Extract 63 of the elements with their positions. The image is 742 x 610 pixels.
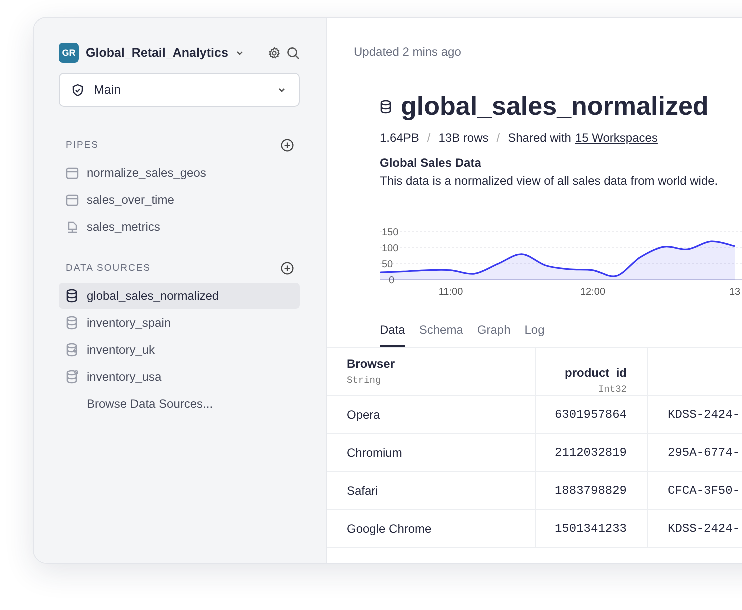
sidebar-item[interactable]: global_sales_normalized bbox=[59, 283, 300, 309]
database-icon bbox=[380, 100, 393, 114]
sidebar-item[interactable]: normalize_sales_geos bbox=[59, 160, 300, 186]
table-cell: KDSS-2424- bbox=[648, 396, 742, 434]
window-icon bbox=[66, 194, 79, 206]
tab[interactable]: Schema bbox=[419, 322, 464, 347]
x-tick-label: 12:00 bbox=[580, 287, 606, 298]
sidebar-item[interactable]: inventory_uk bbox=[59, 337, 300, 363]
table-cell: 295A-6774- bbox=[648, 434, 742, 472]
y-tick-label: 100 bbox=[382, 244, 399, 254]
tab[interactable]: Log bbox=[524, 322, 545, 347]
sidebar-item[interactable]: inventory_usa bbox=[59, 364, 300, 390]
shield-icon bbox=[72, 84, 84, 96]
sidebar-item[interactable]: sales_metrics bbox=[59, 214, 300, 240]
database-link-icon bbox=[66, 370, 79, 384]
section-title: PIPES bbox=[66, 140, 99, 151]
workspace-avatar[interactable]: GR bbox=[59, 43, 79, 63]
column-type: Int32 bbox=[598, 384, 627, 395]
table-cell: Opera bbox=[327, 396, 536, 434]
y-tick-label: 0 bbox=[389, 276, 395, 286]
x-tick-label: 11:00 bbox=[438, 287, 464, 298]
sidebar-item[interactable]: inventory_spain bbox=[59, 310, 300, 336]
table-cell: 2112032819 bbox=[536, 434, 648, 472]
workspaces-link[interactable]: 15 Workspaces bbox=[575, 131, 658, 145]
table-cell: Google Chrome bbox=[327, 510, 536, 548]
table-cell: 6301957864 bbox=[536, 396, 648, 434]
column-type: String bbox=[347, 375, 382, 386]
column-name: product_id bbox=[565, 366, 627, 380]
description-title: Global Sales Data bbox=[380, 156, 482, 170]
database-icon bbox=[66, 316, 79, 330]
table-cell: Safari bbox=[327, 472, 536, 510]
table-cell: 1501341233 bbox=[536, 510, 648, 548]
description-text: This data is a normalized view of all sales data from world wide. bbox=[380, 174, 720, 188]
section-title: DATA SOURCES bbox=[66, 263, 152, 274]
sidebar-item[interactable]: sales_over_time bbox=[59, 187, 300, 213]
column-name: Browser bbox=[347, 357, 396, 371]
endpoint-icon bbox=[66, 220, 79, 234]
table-cell: CFCA-3F50- bbox=[648, 472, 742, 510]
search-icon[interactable] bbox=[287, 46, 300, 60]
add-icon[interactable] bbox=[281, 139, 294, 152]
tab[interactable]: Data bbox=[380, 322, 406, 347]
add-icon[interactable] bbox=[281, 262, 294, 275]
table-cell: Chromium bbox=[327, 434, 536, 472]
shared-label: Shared with bbox=[508, 131, 572, 145]
branch-select[interactable]: Main bbox=[59, 73, 300, 107]
browse-link[interactable]: Browse Data Sources... bbox=[59, 391, 300, 417]
separator: / bbox=[496, 131, 500, 145]
size-label: 1.64PB bbox=[380, 131, 420, 145]
workspace-name[interactable]: Global_Retail_Analytics bbox=[86, 46, 228, 60]
y-tick-label: 50 bbox=[382, 260, 394, 270]
table-cell: 1883798829 bbox=[536, 472, 648, 510]
database-bolt-icon bbox=[66, 343, 79, 357]
database-icon bbox=[66, 289, 79, 303]
window-icon bbox=[66, 166, 79, 180]
page-title: global_sales_normalized bbox=[401, 91, 709, 122]
settings-icon[interactable] bbox=[268, 46, 281, 60]
updated-time: Updated 2 mins ago bbox=[354, 45, 462, 59]
rows-label: 13B rows bbox=[438, 131, 489, 145]
x-tick-label: 13 bbox=[729, 287, 741, 298]
separator: / bbox=[427, 131, 431, 145]
table-cell: KDSS-2424- bbox=[648, 510, 742, 548]
tab[interactable]: Graph bbox=[477, 322, 511, 347]
y-tick-label: 150 bbox=[382, 228, 399, 238]
